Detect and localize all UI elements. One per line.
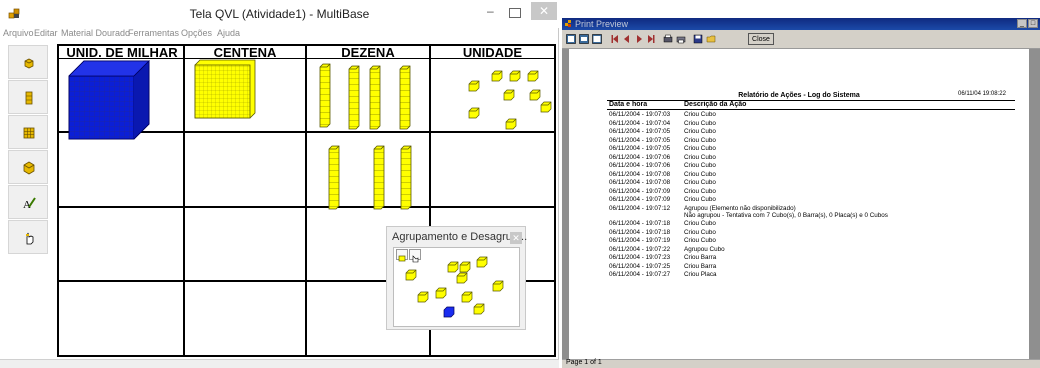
unit-cube-block[interactable] (503, 89, 515, 101)
unit-cube-block[interactable] (473, 303, 485, 315)
unit-cube-block[interactable] (447, 261, 459, 273)
page-indicator: Page 1 of 1 (566, 359, 602, 366)
menu-material-dourado[interactable]: Material Dourado (61, 28, 130, 38)
blue-selected-cube[interactable] (443, 306, 455, 318)
tool-plate-button[interactable] (8, 115, 48, 149)
unit-cube-block[interactable] (505, 118, 517, 130)
pencil-icon: A (23, 197, 36, 210)
previous-page-icon[interactable] (622, 34, 632, 44)
menu-opcoes[interactable]: Opções (181, 28, 212, 38)
unit-cube-icon (24, 58, 34, 69)
ten-bar-block[interactable] (369, 65, 381, 130)
unit-cube-block[interactable] (468, 80, 480, 92)
tool-unit-cube-button[interactable] (8, 45, 48, 79)
popup-close-button[interactable]: ✕ (510, 232, 522, 244)
unit-cube-block[interactable] (459, 261, 471, 273)
ten-bar-block[interactable] (319, 63, 331, 128)
popup-workspace[interactable] (393, 247, 520, 327)
report-timestamp: 06/11/04 19:08:22 (958, 91, 1006, 97)
ten-bar-block[interactable] (328, 145, 340, 210)
thousand-cube-block[interactable] (68, 60, 150, 140)
ten-bar-block[interactable] (399, 65, 411, 130)
menu-ajuda[interactable]: Ajuda (217, 28, 240, 38)
ten-bar-block[interactable] (373, 145, 385, 210)
preview-title-bar: Print Preview _ □ (562, 18, 1040, 30)
save-icon[interactable] (693, 34, 703, 44)
unit-cube-block[interactable] (509, 70, 521, 82)
minimize-button[interactable]: – (487, 4, 494, 18)
menu-bar: Arquivo Editar Material Dourado Ferramen… (0, 28, 559, 41)
unit-cube-block[interactable] (468, 107, 480, 119)
tool-bar-button[interactable] (8, 80, 48, 114)
window-title: Tela QVL (Atividade1) - MultiBase (189, 7, 370, 21)
plate-block-icon (23, 127, 35, 139)
ten-bar-block[interactable] (348, 65, 360, 130)
menu-editar[interactable]: Editar (34, 28, 58, 38)
tool-hand-button[interactable] (8, 220, 48, 254)
print-icon[interactable] (676, 34, 686, 44)
column-header-action: Descrição da Ação (684, 101, 747, 108)
bar-block-icon (25, 91, 33, 105)
close-preview-button[interactable]: Close (748, 33, 774, 45)
menu-ferramentas[interactable]: Ferramentas (128, 28, 179, 38)
preview-toolbar: Close (562, 30, 1040, 49)
unit-cube-block[interactable] (461, 291, 473, 303)
tool-big-cube-button[interactable] (8, 150, 48, 184)
printer-setup-icon[interactable] (663, 34, 673, 44)
open-icon[interactable] (706, 34, 716, 44)
last-page-icon[interactable] (646, 34, 656, 44)
unit-cube-block[interactable] (456, 272, 468, 284)
unit-cube-block[interactable] (435, 287, 447, 299)
menu-arquivo[interactable]: Arquivo (3, 28, 34, 38)
popup-title: Agrupamento e Desagrup... (392, 231, 528, 243)
unit-cube-block[interactable] (417, 291, 429, 303)
unit-cube-block[interactable] (491, 70, 503, 82)
report-rule (607, 100, 1015, 101)
unit-cube-block[interactable] (492, 280, 504, 292)
zoom-100-icon[interactable] (579, 34, 589, 44)
unit-cube-block[interactable] (540, 101, 552, 113)
unit-cube-block[interactable] (529, 89, 541, 101)
multibase-window: Tela QVL (Atividade1) - MultiBase – ✕ Ar… (0, 0, 559, 368)
print-preview-window: Print Preview _ □ Close Relatório de Açõ… (562, 18, 1040, 368)
app-icon (565, 20, 571, 27)
popup-blocks (405, 256, 504, 318)
preview-minimize-button[interactable]: _ (1017, 19, 1027, 28)
close-button[interactable]: ✕ (531, 2, 557, 20)
preview-area[interactable]: Relatório de Ações - Log do Sistema 06/1… (562, 49, 1040, 359)
first-page-icon[interactable] (610, 34, 620, 44)
preview-window-title: Print Preview (575, 19, 629, 29)
big-cube-icon (23, 161, 35, 175)
column-header-date: Data e hora (609, 101, 648, 108)
maximize-button[interactable] (509, 8, 521, 18)
tool-pencil-button[interactable]: A (8, 185, 48, 219)
unit-cube-block[interactable] (405, 269, 417, 281)
zoom-fit-icon[interactable] (566, 34, 576, 44)
title-bar: Tela QVL (Atividade1) - MultiBase – ✕ (0, 0, 559, 28)
zoom-width-icon[interactable] (592, 34, 602, 44)
unit-cube-block[interactable] (476, 256, 488, 268)
hundred-plate-block[interactable] (194, 59, 256, 119)
report-page: Relatório de Ações - Log do Sistema 06/1… (569, 49, 1029, 359)
preview-maximize-button[interactable]: □ (1028, 19, 1038, 28)
grouping-popup[interactable]: Agrupamento e Desagrup... ✕ (386, 226, 528, 330)
hand-pointer-icon (26, 232, 34, 245)
ten-bar-block[interactable] (400, 145, 412, 210)
report-header-rule (607, 109, 1015, 110)
next-page-icon[interactable] (634, 34, 644, 44)
unit-cube-block[interactable] (527, 70, 539, 82)
